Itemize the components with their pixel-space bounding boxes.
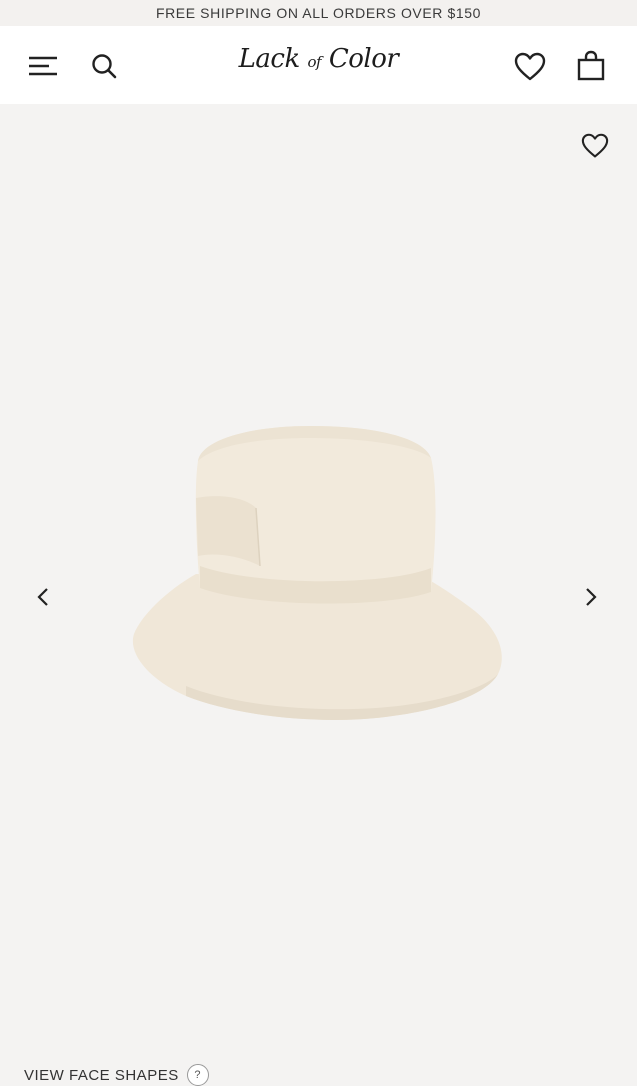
product-image-bucket-hat — [132, 426, 502, 720]
wishlist-button[interactable] — [512, 50, 548, 84]
site-header: Lack of Color — [0, 26, 637, 104]
product-image-gallery[interactable] — [0, 104, 637, 1054]
promo-text: FREE SHIPPING ON ALL ORDERS OVER $150 — [155, 5, 482, 21]
heart-icon — [514, 52, 546, 81]
face-shapes-row[interactable]: VIEW FACE SHAPES ? — [24, 1064, 209, 1086]
view-face-shapes-link[interactable]: VIEW FACE SHAPES — [24, 1067, 179, 1084]
help-icon[interactable]: ? — [186, 1064, 209, 1086]
product-wishlist-button[interactable] — [578, 130, 612, 162]
bag-icon — [577, 50, 605, 81]
previous-image-button[interactable] — [28, 582, 58, 612]
logo-text-color: Color — [321, 44, 399, 74]
logo-text-lack: Lack — [238, 44, 308, 74]
promo-banner: FREE SHIPPING ON ALL ORDERS OVER $150 — [0, 0, 637, 26]
cart-button[interactable] — [574, 48, 608, 84]
chevron-left-icon — [37, 588, 48, 606]
next-image-button[interactable] — [576, 582, 606, 612]
chevron-right-icon — [586, 588, 597, 606]
heart-icon — [581, 133, 609, 158]
logo-text-of: of — [307, 53, 322, 71]
